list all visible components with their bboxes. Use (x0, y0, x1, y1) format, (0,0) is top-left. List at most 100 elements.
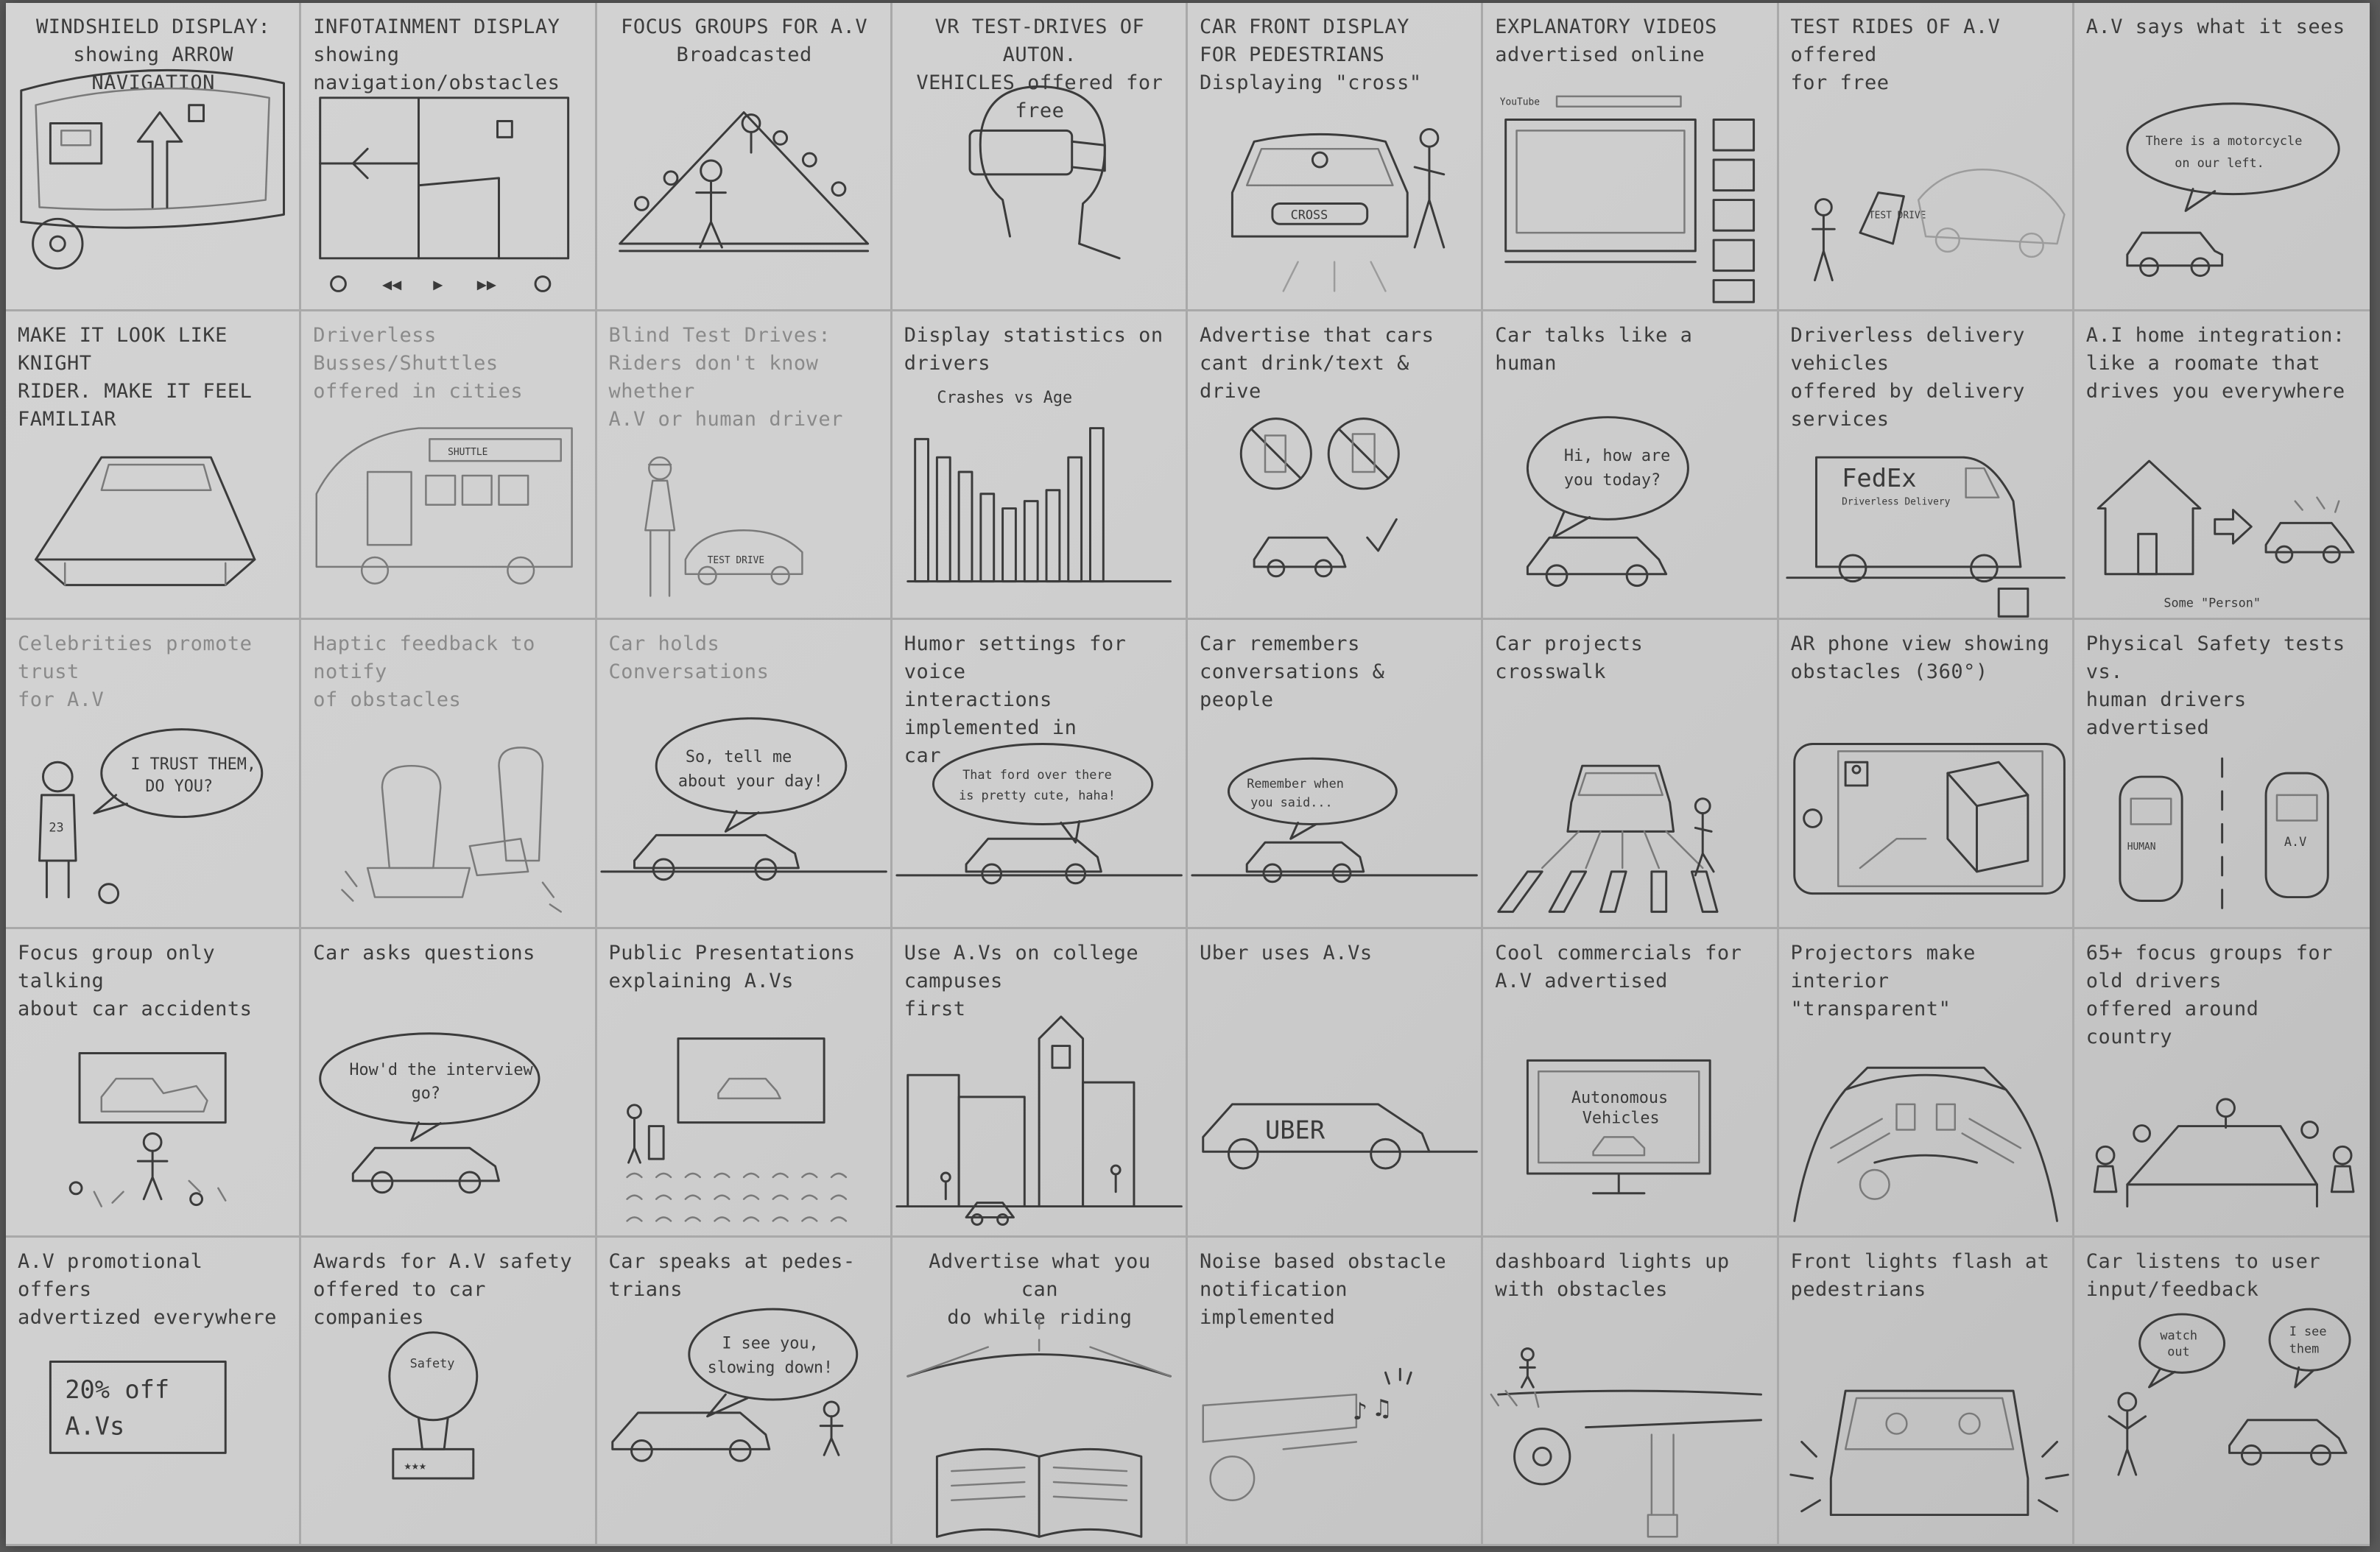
commercial-line2-text: Vehicles (1582, 1109, 1660, 1127)
fedex-sub-text: Driverless Delivery (1842, 497, 1951, 508)
infotainment-sketch: ◀◀ ▶ ▶▶ (319, 96, 570, 294)
remembers-car-sketch: Remember when you said... (1191, 758, 1478, 883)
svg-text:★★★: ★★★ (404, 1458, 426, 1472)
cell-humor-settings: Humor settings for voice interactions im… (892, 620, 1188, 929)
front-lights-sketch (1789, 1389, 2069, 1516)
talks-bubble-line1: Hi, how are (1564, 447, 1670, 465)
svg-text:◀◀: ◀◀ (382, 275, 402, 294)
safety-tests-sketch: HUMAN A.V (2119, 758, 2329, 910)
remembers-bubble-line1: Remember when (1247, 776, 1344, 791)
asks-bubble-line1: How'd the interview (350, 1061, 534, 1079)
campus-sketch (895, 1015, 1183, 1226)
video-page-sketch: YouTube (1500, 95, 1756, 303)
noise-notification-sketch: ♪ ♫ (1202, 1367, 1412, 1501)
svg-text:♪: ♪ (1353, 1397, 1367, 1426)
award-text: Safety (410, 1355, 455, 1370)
blind-test-car-text: TEST DRIVE (707, 555, 764, 566)
cell-test-rides: TEST RIDES OF A.V offered for free TEST … (1778, 3, 2074, 312)
cell-car-front-display: CAR FRONT DISPLAY FOR PEDESTRIANS Displa… (1188, 3, 1484, 312)
holds-bubble-line2: about your day! (677, 772, 823, 791)
cell-display-statistics: Display statistics on drivers Crashes vs… (892, 311, 1188, 621)
av-label-text: A.V (2284, 835, 2306, 850)
cell-cant-drink-text: Advertise that cars cant drink/text & dr… (1188, 311, 1484, 621)
cell-public-presentations: Public Presentations explaining A.Vs (596, 928, 892, 1238)
svg-text:♫: ♫ (1375, 1394, 1390, 1422)
cell-explanatory-videos: EXPLANATORY VIDEOS advertised online You… (1483, 3, 1779, 312)
transparent-interior-sketch (1792, 1066, 2058, 1222)
cell-car-remembers: Car remembers conversations & people Rem… (1188, 620, 1484, 929)
fedex-van-sketch: FedEx Driverless Delivery (1785, 456, 2066, 618)
svg-text:▶: ▶ (434, 275, 444, 294)
speaks-bubble-line1: I see you, (722, 1334, 818, 1352)
shuttle-sign-text: SHUTTLE (448, 447, 487, 458)
cell-driverless-shuttles: Driverless Busses/Shuttles offered in ci… (301, 311, 597, 621)
windshield-arrow-sketch (20, 68, 285, 270)
asks-questions-sketch: How'd the interview go? (319, 1031, 541, 1193)
cell-car-asks-questions: Car asks questions How'd the interview g… (301, 928, 597, 1238)
focus-group-sketch (618, 111, 869, 253)
celebrity-bubble-line2: DO YOU? (145, 777, 213, 796)
promo-line1-text: 20% off (65, 1375, 169, 1404)
car-front-cross-sketch: CROSS (1231, 127, 1446, 292)
pedestrian-speech-sketch: I see you, slowing down! (610, 1308, 858, 1462)
storyboard-sheet: WINDSHIELD DISPLAY: showing ARROW NAVIGA… (6, 3, 2370, 1546)
cross-plate-text: CROSS (1291, 207, 1328, 222)
haptic-seat-sketch (341, 747, 563, 914)
book-while-riding-sketch (906, 1316, 1172, 1538)
senior-focus-group-sketch (2093, 1098, 2355, 1207)
cell-college-campuses: Use A.Vs on college campuses first (892, 928, 1188, 1238)
home-integration-sketch: Some "Person" (2096, 459, 2355, 610)
humor-bubble-line2: is pretty cute, haha! (959, 788, 1116, 803)
uber-label-text: UBER (1265, 1115, 1325, 1144)
presentation-sketch (625, 1037, 847, 1222)
jersey-number-text: 23 (49, 820, 63, 835)
cell-promotional-offers: A.V promotional offers advertized everyw… (6, 1237, 302, 1546)
cell-vr-test-drives: VR TEST-DRIVES OF AUTON. VEHICLES offere… (892, 3, 1188, 312)
cell-speaks-at-pedestrians: Car speaks at pedes- trians I see you, s… (596, 1237, 892, 1546)
trophy-sketch: Safety ★★★ (388, 1331, 479, 1480)
knight-rider-sketch (35, 456, 256, 587)
vr-headset-sketch (968, 85, 1121, 260)
human-label-text: HUMAN (2127, 842, 2156, 853)
cell-knight-rider: MAKE IT LOOK LIKE KNIGHT RIDER. MAKE IT … (6, 311, 302, 621)
youtube-logo-text: YouTube (1500, 97, 1540, 108)
listens-bubble2-line2: them (2289, 1341, 2320, 1355)
cell-car-listens: Car listens to user input/feedback watch… (2074, 1238, 2370, 1546)
cell-windshield-display: WINDSHIELD DISPLAY: showing ARROW NAVIGA… (6, 3, 302, 312)
cell-what-you-can-do: Advertise what you can do while riding (892, 1237, 1188, 1546)
cell-celebrities-promote: Celebrities promote trust for A.V 23 I T… (6, 620, 302, 929)
talks-bubble-line2: you today? (1564, 471, 1661, 490)
av-sees-bubble-line2: on our left. (2175, 155, 2264, 170)
holds-bubble-line1: So, tell me (685, 749, 791, 767)
cell-noise-obstacle: Noise based obstacle notification implem… (1188, 1237, 1484, 1546)
cell-focus-group-accidents: Focus group only talking about car accid… (6, 928, 302, 1238)
cell-blind-test-drives: Blind Test Drives: Riders don't know whe… (596, 311, 892, 621)
cell-dashboard-lights: dashboard lights up with obstacles (1483, 1237, 1779, 1546)
promo-offer-sketch: 20% off A.Vs (49, 1360, 227, 1454)
home-caption-text: Some "Person" (2164, 596, 2261, 610)
stats-title-text: Crashes vs Age (937, 389, 1072, 407)
fedex-logo-text: FedEx (1842, 464, 1916, 493)
celebrity-sketch: 23 I TRUST THEM, DO YOU? (38, 728, 264, 905)
humor-bubble-line1: That ford over there (962, 767, 1112, 782)
conversation-car-sketch: So, tell me about your day! (599, 717, 887, 881)
cell-av-says-what-it-sees: A.V says what it sees There is a motorcy… (2074, 3, 2370, 312)
ar-phone-sketch (1792, 743, 2066, 895)
cell-projects-crosswalk: Car projects crosswalk (1483, 620, 1779, 929)
commercial-line1-text: Autonomous (1571, 1088, 1668, 1107)
cell-65-plus-focus-groups: 65+ focus groups for old drivers offered… (2074, 929, 2370, 1238)
cell-transparent-interior: Projectors make interior "transparent" (1778, 928, 2074, 1238)
test-drive-sign-text: TEST DRIVE (1868, 210, 1926, 221)
cell-physical-safety-tests: Physical Safety tests vs. human drivers … (2074, 620, 2370, 929)
svg-text:▶▶: ▶▶ (477, 275, 497, 294)
listens-bubble1-line2: out (2167, 1344, 2189, 1358)
cell-ai-home-integration: A.I home integration: like a roomate tha… (2074, 311, 2370, 621)
listens-bubble2-line1: I see (2289, 1324, 2327, 1338)
promo-line2-text: A.Vs (65, 1411, 124, 1440)
asks-bubble-line2: go? (412, 1084, 440, 1102)
cell-cool-commercials: Cool commercials for A.V advertised Auto… (1483, 928, 1779, 1238)
cell-car-talks-human: Car talks like a human Hi, how are you t… (1483, 311, 1779, 621)
cell-driverless-delivery: Driverless delivery vehicles offered by … (1778, 311, 2074, 621)
cell-car-holds-conversations: Car holds Conversations So, tell me abou… (596, 620, 892, 929)
celebrity-bubble-line1: I TRUST THEM, (130, 756, 256, 775)
